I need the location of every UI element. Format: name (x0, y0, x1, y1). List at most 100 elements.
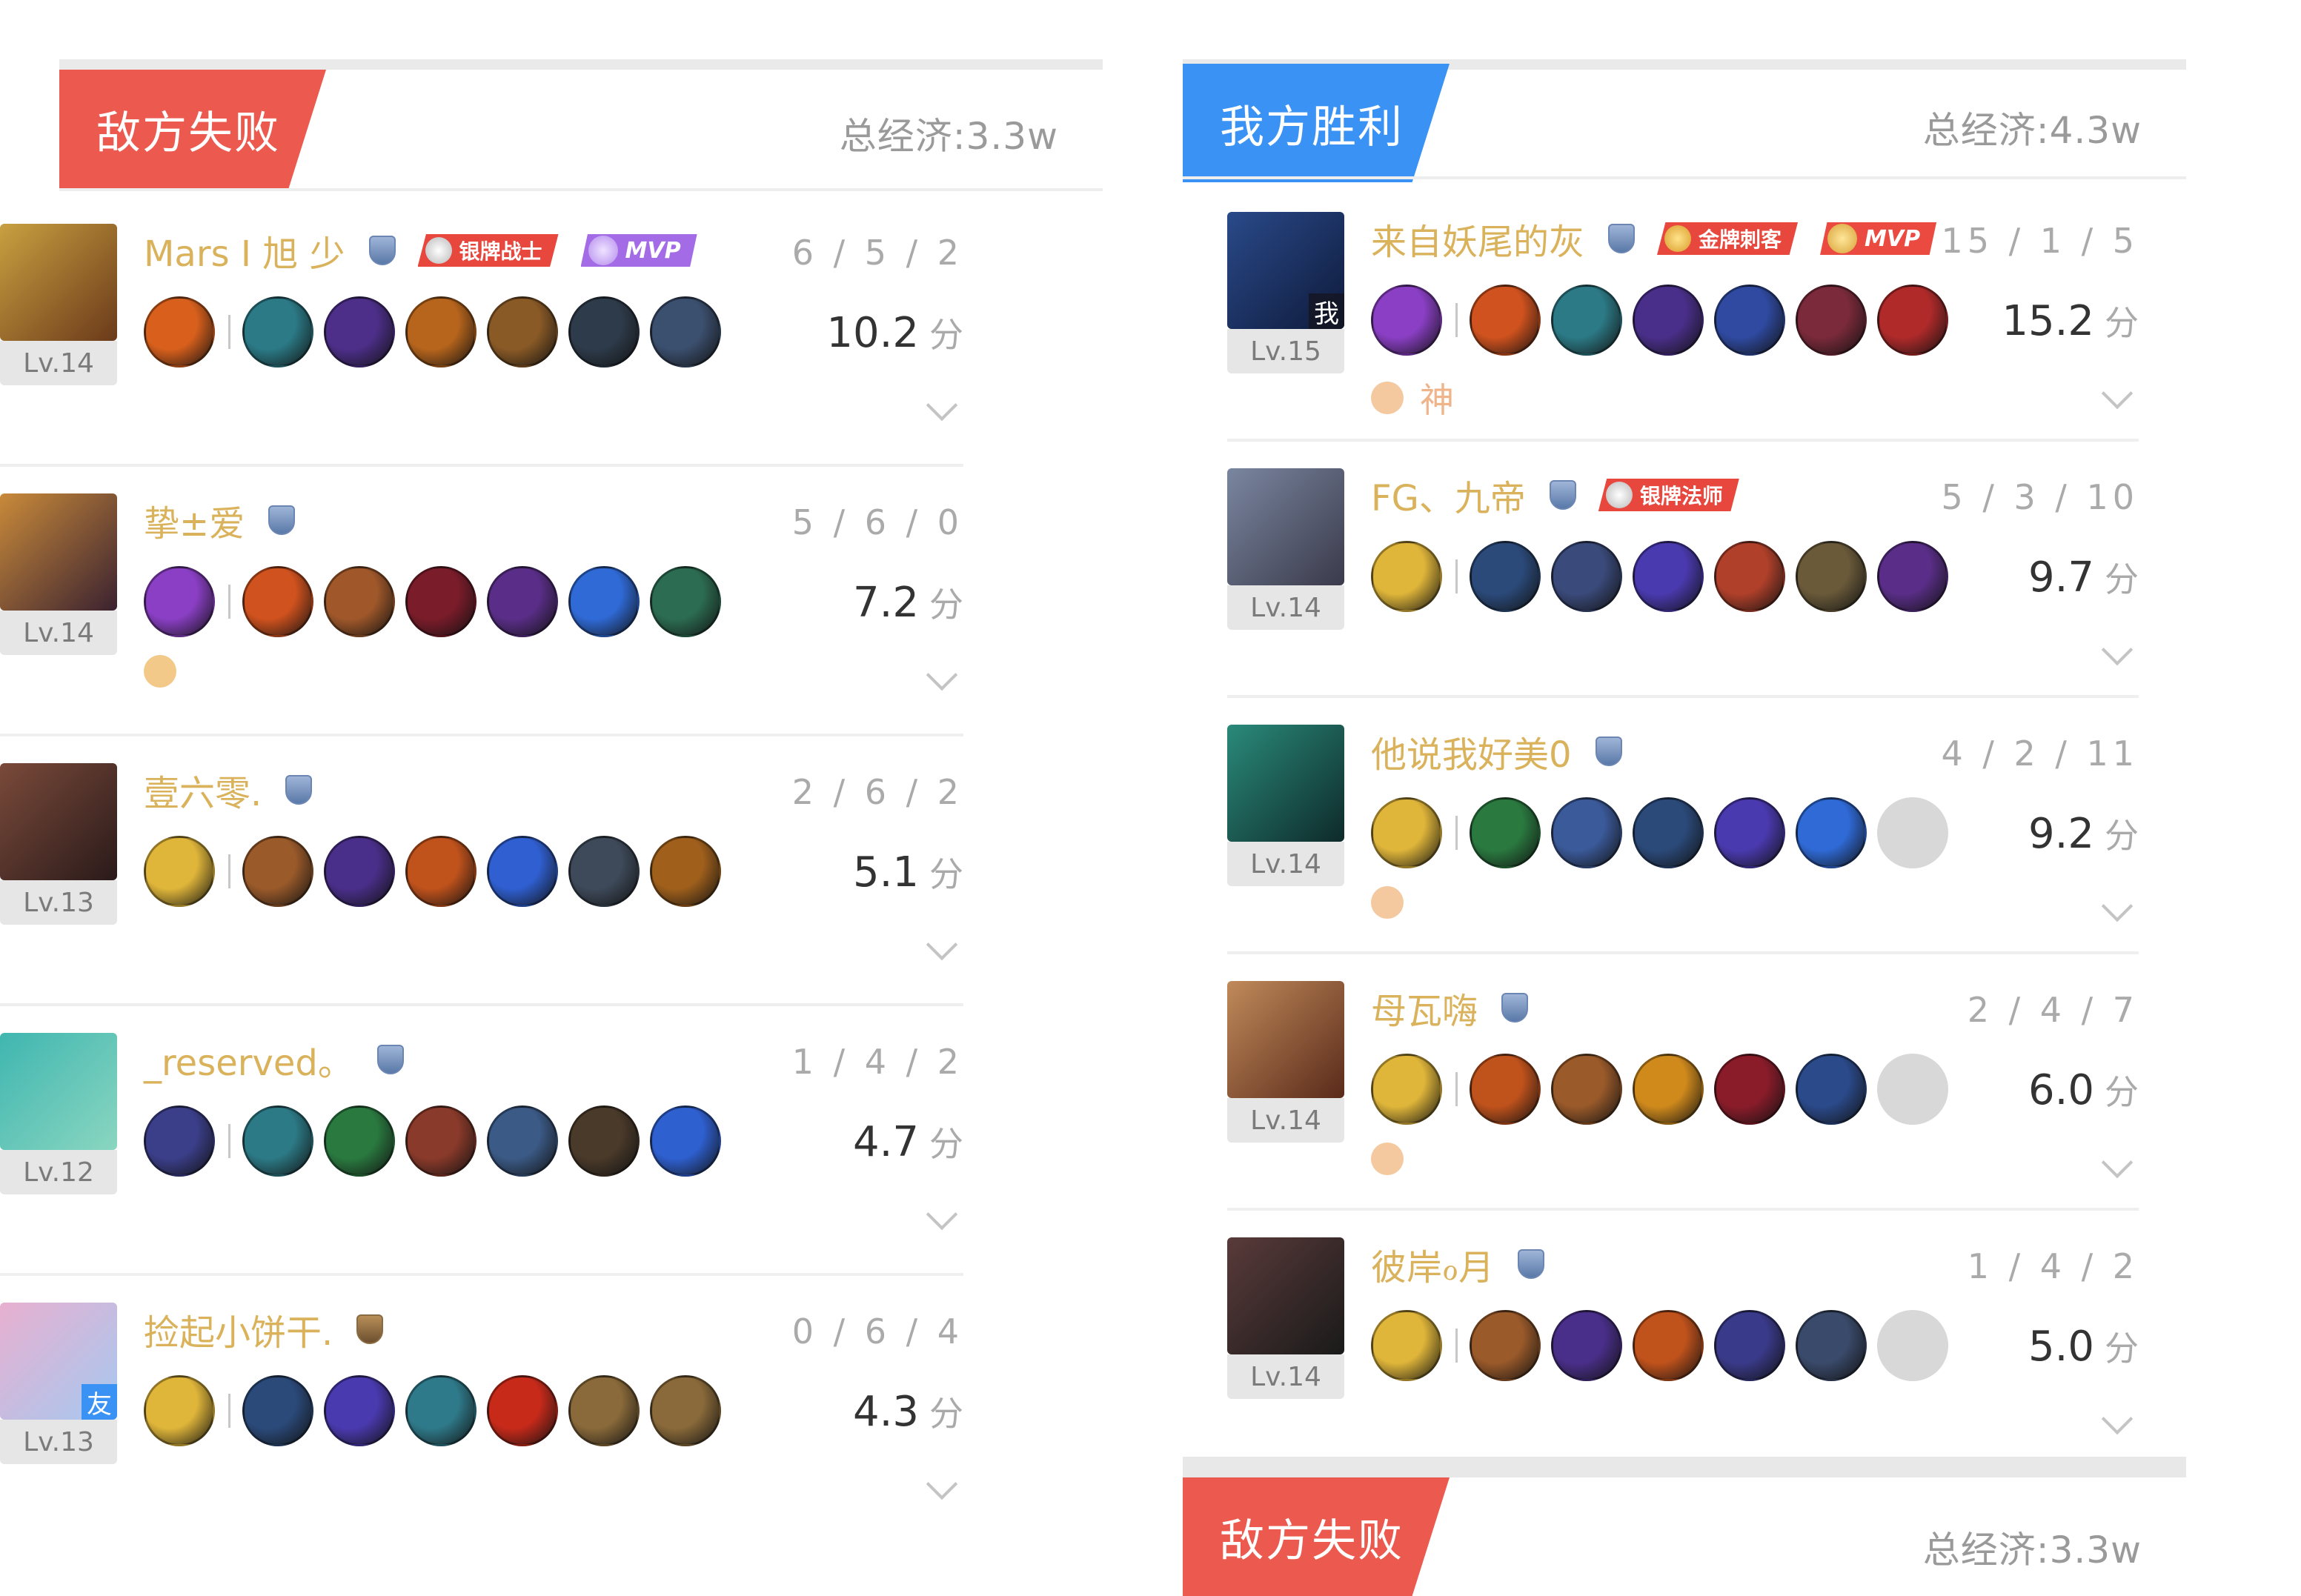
hero-avatar[interactable] (1227, 981, 1344, 1098)
equipment-item-icon[interactable] (568, 1375, 640, 1446)
chevron-down-icon[interactable] (926, 659, 958, 691)
chevron-down-icon[interactable] (2101, 634, 2134, 666)
chevron-down-icon[interactable] (926, 389, 958, 422)
hero-avatar[interactable] (0, 763, 117, 880)
summoner-skill-icon[interactable] (1371, 797, 1442, 868)
equipment-item-icon[interactable] (405, 836, 477, 907)
equipment-item-icon[interactable] (487, 836, 558, 907)
equipment-item-icon[interactable] (487, 1105, 558, 1177)
player-name[interactable]: _reserved。 (144, 1034, 353, 1085)
equipment-item-icon[interactable] (1796, 1310, 1867, 1381)
equipment-item-icon[interactable] (568, 296, 640, 368)
equipment-item-icon[interactable] (1551, 1310, 1622, 1381)
equipment-item-icon[interactable] (1551, 797, 1622, 868)
equipment-item-icon[interactable] (650, 1375, 721, 1446)
equipment-item-icon[interactable] (487, 296, 558, 368)
equipment-item-icon[interactable] (487, 1375, 558, 1446)
equipment-item-icon[interactable] (1877, 541, 1948, 612)
equipment-item-icon[interactable] (1714, 285, 1785, 356)
equipment-item-icon[interactable] (1551, 541, 1622, 612)
hero-avatar[interactable] (1227, 725, 1344, 842)
player-name[interactable]: 挚±爱 (144, 494, 245, 546)
equipment-item-icon[interactable] (1877, 285, 1948, 356)
equipment-item-icon[interactable] (1633, 285, 1704, 356)
equipment-item-icon[interactable] (568, 1105, 640, 1177)
summoner-skill-icon[interactable] (144, 296, 215, 368)
equipment-item-icon[interactable] (487, 566, 558, 637)
player-name[interactable]: 母瓦嗨 (1371, 982, 1478, 1034)
player-name[interactable]: FG、九帝 (1371, 469, 1526, 521)
chevron-down-icon[interactable] (2101, 377, 2134, 410)
hero-avatar[interactable] (0, 1033, 117, 1150)
summoner-skill-icon[interactable] (1371, 1310, 1442, 1381)
equipment-item-icon[interactable] (1714, 1310, 1785, 1381)
equipment-item-icon[interactable] (1714, 541, 1785, 612)
equipment-item-icon[interactable] (324, 566, 395, 637)
hero-avatar[interactable] (1227, 1237, 1344, 1354)
equipment-item-icon[interactable] (568, 566, 640, 637)
equipment-item-icon[interactable] (1796, 1054, 1867, 1125)
chevron-down-icon[interactable] (926, 928, 958, 961)
equipment-item-icon[interactable] (568, 836, 640, 907)
equipment-item-icon[interactable] (242, 296, 313, 368)
equipment-item-icon[interactable] (1551, 285, 1622, 356)
summoner-skill-icon[interactable] (1371, 1054, 1442, 1125)
hero-avatar[interactable] (1227, 468, 1344, 585)
equipment-item-icon[interactable] (405, 296, 477, 368)
equipment-item-icon[interactable] (650, 296, 721, 368)
chevron-down-icon[interactable] (2101, 890, 2134, 922)
player-row[interactable]: Lv.14 Mars I 旭 少 银牌战士 MVP 6 / 5 / 2 10.2 分 (0, 224, 963, 491)
player-name[interactable]: 他说我好美0 (1371, 725, 1572, 777)
equipment-item-icon[interactable] (1796, 285, 1867, 356)
equipment-item-icon[interactable] (405, 1105, 477, 1177)
player-name[interactable]: 捡起小饼干. (144, 1303, 333, 1355)
equipment-item-icon[interactable] (1796, 797, 1867, 868)
equipment-item-icon[interactable] (324, 836, 395, 907)
equipment-item-icon[interactable] (1796, 541, 1867, 612)
equipment-item-icon[interactable] (1633, 1310, 1704, 1381)
equipment-item-icon[interactable] (650, 1105, 721, 1177)
player-name[interactable]: Mars I 旭 少 (144, 225, 345, 276)
equipment-item-icon[interactable] (650, 566, 721, 637)
equipment-item-icon[interactable] (1714, 1054, 1785, 1125)
equipment-item-icon[interactable] (1470, 541, 1541, 612)
player-row[interactable]: Lv.13 壹六零. 2 / 6 / 2 5.1 分 (0, 763, 963, 1030)
equipment-item-icon[interactable] (1470, 797, 1541, 868)
player-name[interactable]: 来自妖尾的灰 (1371, 213, 1584, 265)
equipment-item-icon[interactable] (1714, 797, 1785, 868)
player-row[interactable]: 友 Lv.13 捡起小饼干. 0 / 6 / 4 4.3 分 (0, 1303, 963, 1569)
equipment-item-icon[interactable] (1551, 1054, 1622, 1125)
hero-avatar[interactable]: 我 (1227, 212, 1344, 329)
player-row[interactable]: Lv.12 _reserved。 1 / 4 / 2 4.7 分 (0, 1033, 963, 1300)
equipment-item-icon[interactable] (1633, 797, 1704, 868)
hero-avatar[interactable] (0, 224, 117, 341)
chevron-down-icon[interactable] (926, 1468, 958, 1500)
player-name[interactable]: 壹六零. (144, 764, 262, 816)
summoner-skill-icon[interactable] (1371, 541, 1442, 612)
equipment-item-icon[interactable] (242, 566, 313, 637)
equipment-item-icon[interactable] (1633, 541, 1704, 612)
equipment-item-icon[interactable] (242, 1375, 313, 1446)
equipment-item-icon[interactable] (1633, 1054, 1704, 1125)
equipment-item-icon[interactable] (1470, 285, 1541, 356)
equipment-item-icon[interactable] (405, 1375, 477, 1446)
equipment-item-icon[interactable] (324, 296, 395, 368)
player-row[interactable]: Lv.14 挚±爱 5 / 6 / 0 7.2 分 (0, 493, 963, 760)
hero-avatar[interactable] (0, 493, 117, 611)
player-name[interactable]: 彼岸ℴ月 (1371, 1238, 1494, 1290)
equipment-item-icon[interactable] (1470, 1310, 1541, 1381)
summoner-skill-icon[interactable] (1371, 285, 1442, 356)
chevron-down-icon[interactable] (2101, 1403, 2134, 1435)
hero-avatar[interactable]: 友 (0, 1303, 117, 1420)
chevron-down-icon[interactable] (926, 1198, 958, 1231)
equipment-item-icon[interactable] (242, 836, 313, 907)
summoner-skill-icon[interactable] (144, 1105, 215, 1177)
equipment-item-icon[interactable] (324, 1375, 395, 1446)
summoner-skill-icon[interactable] (144, 566, 215, 637)
chevron-down-icon[interactable] (2101, 1146, 2134, 1179)
equipment-item-icon[interactable] (650, 836, 721, 907)
summoner-skill-icon[interactable] (144, 1375, 215, 1446)
equipment-item-icon[interactable] (242, 1105, 313, 1177)
summoner-skill-icon[interactable] (144, 836, 215, 907)
equipment-item-icon[interactable] (405, 566, 477, 637)
